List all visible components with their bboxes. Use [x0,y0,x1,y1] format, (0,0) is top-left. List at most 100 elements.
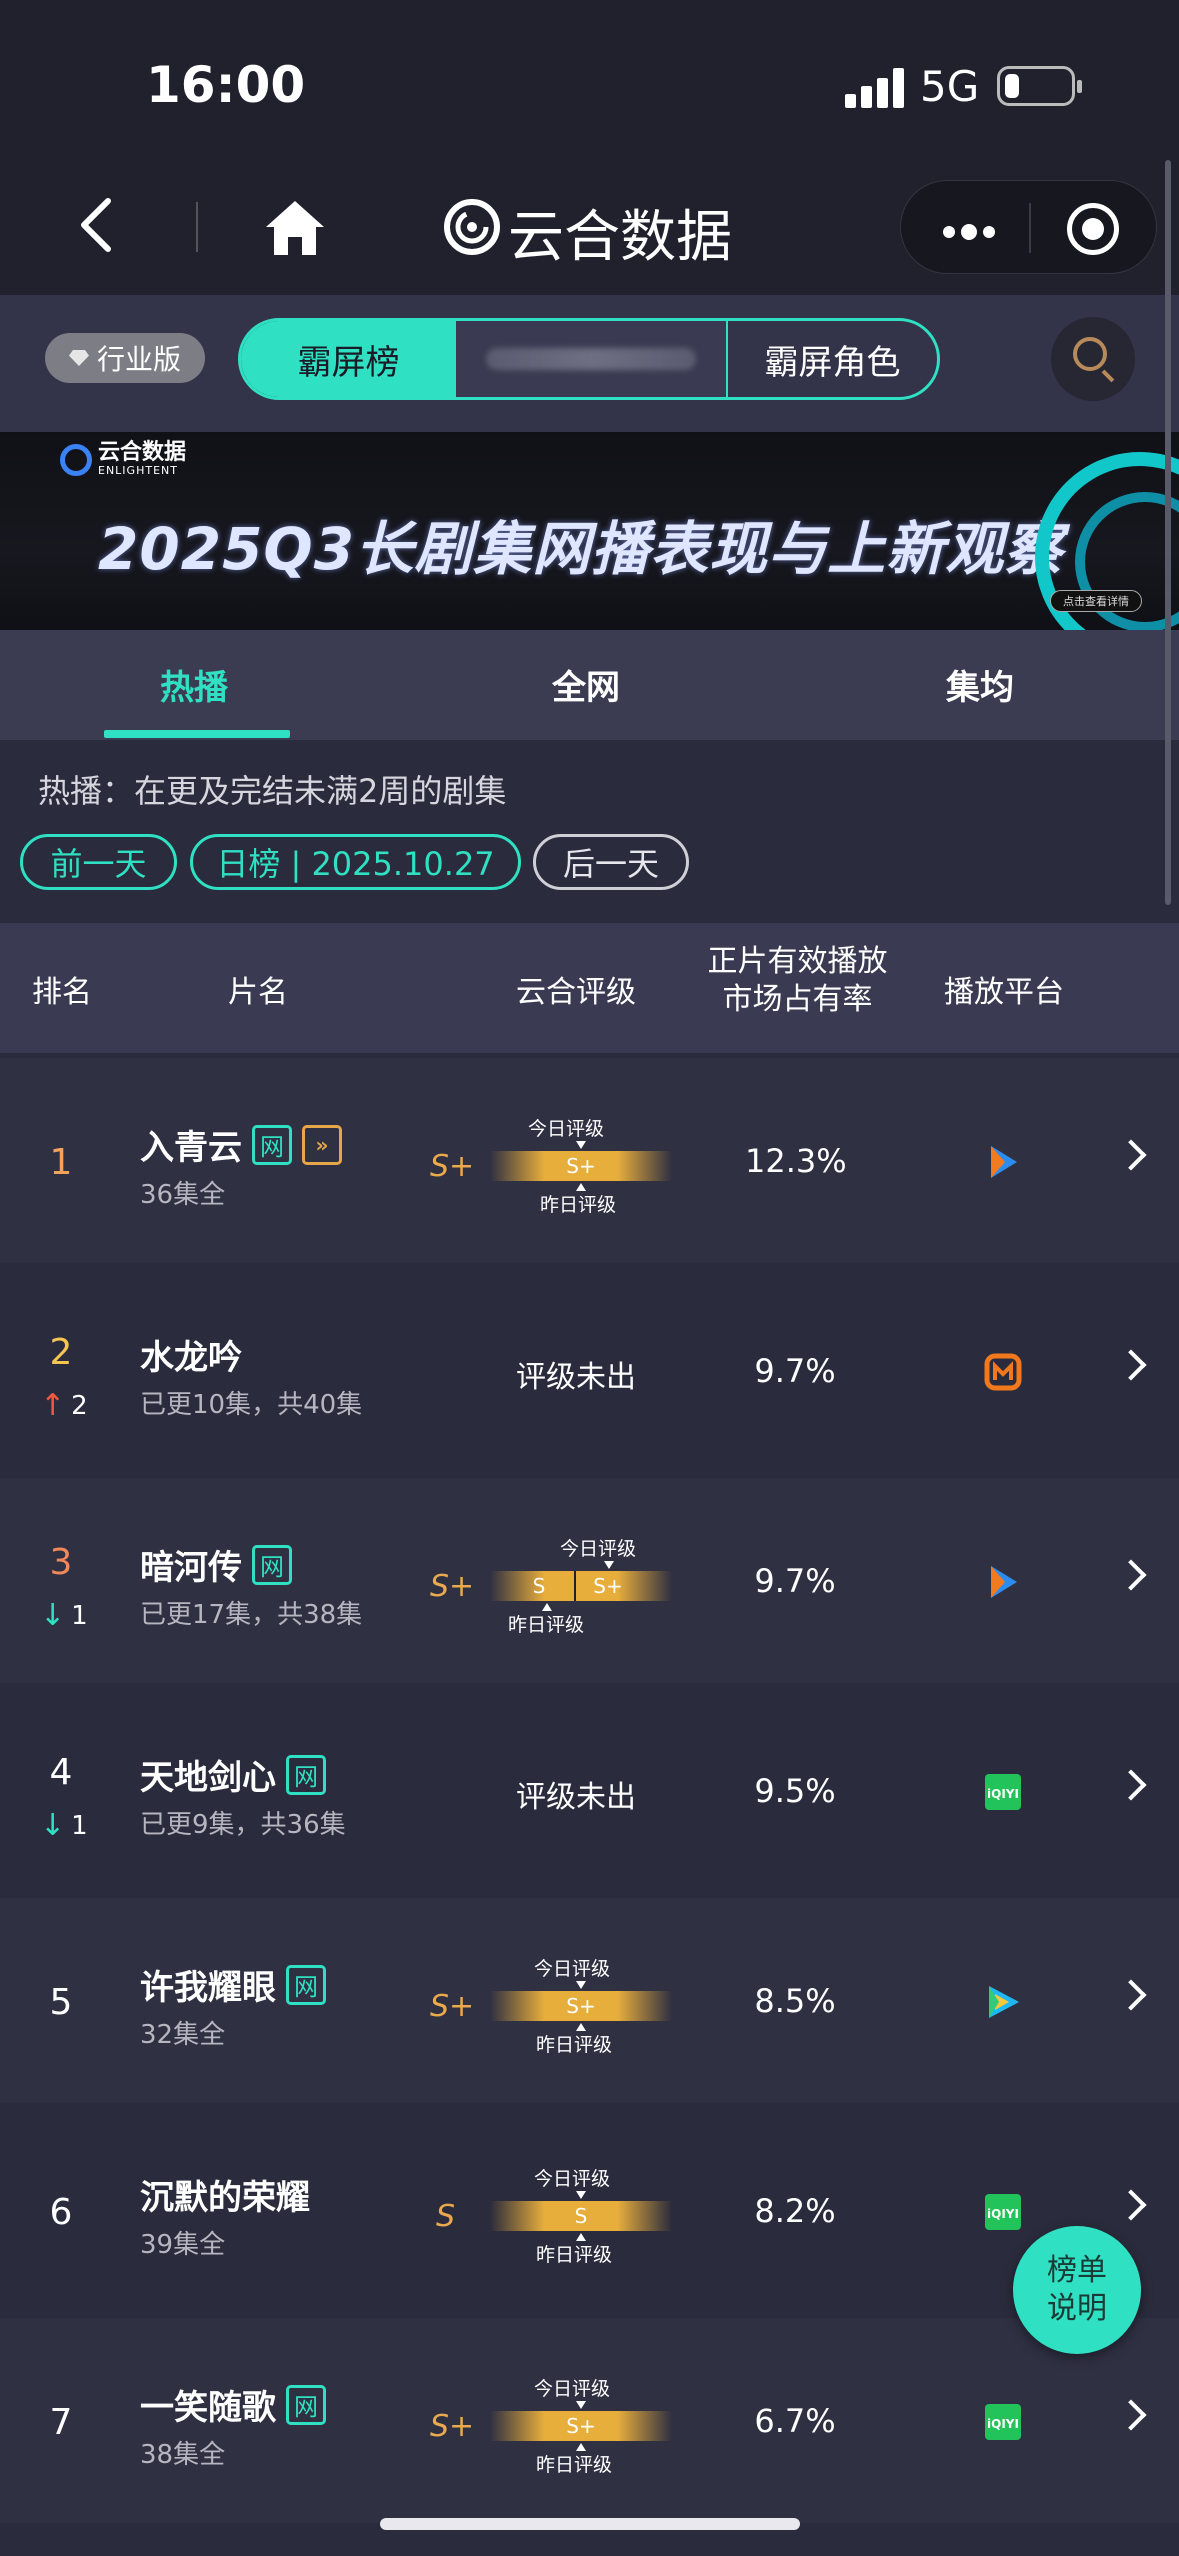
tab-hot[interactable]: 热播 [160,660,228,709]
rank-number: 6 [49,2192,73,2233]
chevron-right-icon[interactable] [1115,1769,1147,1801]
iqiyi-icon: iQIYI [985,2404,1021,2440]
episode-status: 32集全 [140,2020,226,2050]
show-title: 水龙吟 [140,1338,242,1378]
tencent-video-play-icon [989,1986,1019,2018]
iqiyi-icon: iQIYI [985,2194,1021,2230]
chevron-right-icon[interactable] [1115,1559,1147,1591]
rank-number: 4 [49,1752,73,1793]
board-description: 热播：在更及完结未满2周的剧集 [38,772,507,810]
table-row[interactable]: 3 ↓ 1 暗河传 网 已更17集，共38集 S+ 今日评级 S S+ 昨日评级 … [0,1478,1179,1683]
no-rating: 评级未出 [516,1780,636,1815]
show-title: 天地剑心 网 [140,1750,326,1799]
segment-dominant-role[interactable]: 霸屏角色 [728,321,937,397]
arrow-up-icon: ↑ [40,1388,66,1423]
market-share: 9.7% [754,1562,836,1600]
chevron-right-icon[interactable] [1115,1979,1147,2011]
status-time: 16:00 [146,56,306,114]
nav-title: 云合数据 [508,205,732,270]
board-segment-control: 霸屏榜 霸屏角色 [238,318,940,400]
net-tag: 网 [252,1124,292,1165]
market-share: 8.5% [754,1982,836,2020]
segment-blurred[interactable] [456,321,728,397]
chevron-right-icon[interactable] [1115,1139,1147,1171]
table-row[interactable]: 5 许我耀眼 网 32集全 S+ 今日评级 S+ 昨日评级 8.5% [0,1898,1179,2103]
rank-change: ↓ 1 [40,1598,88,1633]
banner-title: 2025Q3长剧集网播表现与上新观察 [98,515,1064,583]
table-row[interactable]: 6 沉默的荣耀 39集全 S 今日评级 S 昨日评级 8.2% iQIYI [0,2108,1179,2313]
episode-status: 已更9集，共36集 [140,1810,346,1840]
arrow-down-icon: ↓ [40,1808,66,1843]
grade-bar: S+ 今日评级 S+ 昨日评级 [430,2374,672,2476]
no-rating: 评级未出 [516,1360,636,1395]
top-bar: 16:00 5G 云合数据 [0,0,1179,295]
show-title: 一笑随歌 网 [140,2380,326,2429]
date-picker-button[interactable]: 日榜 | 2025.10.27 [190,834,521,890]
net-tag: 网 [286,2384,326,2425]
episode-status: 38集全 [140,2440,226,2470]
home-indicator[interactable] [380,2518,800,2530]
tab-all-network[interactable]: 全网 [552,660,620,709]
more-icon[interactable] [943,223,1001,242]
tencent-video-icon [991,1566,1017,1598]
battery-icon [997,66,1082,106]
svg-text:iQIYI: iQIYI [987,1787,1019,1801]
tab-episode-average[interactable]: 集均 [946,660,1014,709]
segment-dominant-board[interactable]: 霸屏榜 [241,321,456,397]
diamond-icon [68,350,89,366]
net-tag: 网 [252,1544,292,1585]
table-row[interactable]: 2 ↑ 2 水龙吟 已更10集，共40集 评级未出 9.7% [0,1268,1179,1473]
chevron-right-icon[interactable] [1115,2189,1147,2221]
board-explanation-button[interactable]: 榜单 说明 [1013,2226,1141,2354]
grade-bar: S+ 今日评级 S+ 昨日评级 [430,1954,672,2056]
close-mini-program-icon[interactable] [1067,203,1119,255]
table-row[interactable]: 1 入青云 网 » 36集全 S+ 今日评级 S+ 昨日评级 12.3% [0,1058,1179,1263]
header-name: 片名 [228,975,288,1010]
search-button[interactable] [1051,317,1135,401]
nav-divider [196,202,198,252]
header-rating: 云合评级 [516,975,636,1010]
industry-badge[interactable]: 行业版 [45,333,205,383]
filter-row: 行业版 霸屏榜 霸屏角色 [0,295,1179,432]
rank-number: 2 [49,1332,73,1373]
home-icon[interactable] [262,195,328,261]
grade-bar: S+ 今日评级 S+ 昨日评级 [430,1114,672,1216]
prev-day-button[interactable]: 前一天 [20,834,177,890]
scrollbar[interactable] [1165,160,1171,905]
iqiyi-icon: iQIYI [985,1774,1021,1810]
yunhe-logo-icon [444,199,500,255]
market-share: 6.7% [754,2402,836,2440]
banner-logo: 云合数据 ENLIGHTENT [60,442,186,477]
banner-detail-button[interactable]: 点击查看详情 [1050,590,1142,612]
episode-status: 已更17集，共38集 [140,1600,363,1630]
tab-indicator [104,730,290,738]
chevron-right-icon[interactable] [1115,2399,1147,2431]
search-icon [1073,337,1107,371]
net-tag: 网 [286,1754,326,1795]
episode-status: 36集全 [140,1180,226,1210]
svg-text:iQIYI: iQIYI [987,2207,1019,2221]
promo-banner[interactable]: 云合数据 ENLIGHTENT 2025Q3长剧集网播表现与上新观察 点击查看详情 [0,432,1179,630]
chevron-right-icon[interactable] [1115,1349,1147,1381]
arrow-down-icon: ↓ [40,1598,66,1633]
mini-program-capsule [900,180,1157,274]
rank-number: 7 [49,2402,73,2443]
tabs: 热播 全网 集均 [0,630,1179,740]
show-title: 入青云 网 » [140,1120,342,1169]
tencent-video-icon [991,1146,1017,1178]
info-section: 热播：在更及完结未满2周的剧集 前一天 日榜 | 2025.10.27 后一天 [0,740,1179,923]
show-title: 暗河传 网 [140,1540,292,1589]
market-share: 12.3% [745,1142,847,1180]
show-title: 沉默的荣耀 [140,2178,310,2218]
next-day-button[interactable]: 后一天 [533,834,689,890]
table-row[interactable]: 4 ↓ 1 天地剑心 网 已更9集，共36集 评级未出 9.5% iQIYI [0,1688,1179,1893]
header-share: 正片有效播放 市场占有率 [707,944,888,1017]
back-icon[interactable] [70,195,130,255]
episode-status: 39集全 [140,2230,226,2260]
grade-bar: S+ 今日评级 S S+ 昨日评级 [430,1534,672,1636]
mango-tv-icon [984,1353,1022,1391]
signal-icon [845,68,905,108]
rank-change: ↑ 2 [40,1388,88,1423]
table-row[interactable]: 7 一笑随歌 网 38集全 S+ 今日评级 S+ 昨日评级 6.7% iQIYI [0,2318,1179,2523]
market-share: 8.2% [754,2192,836,2230]
